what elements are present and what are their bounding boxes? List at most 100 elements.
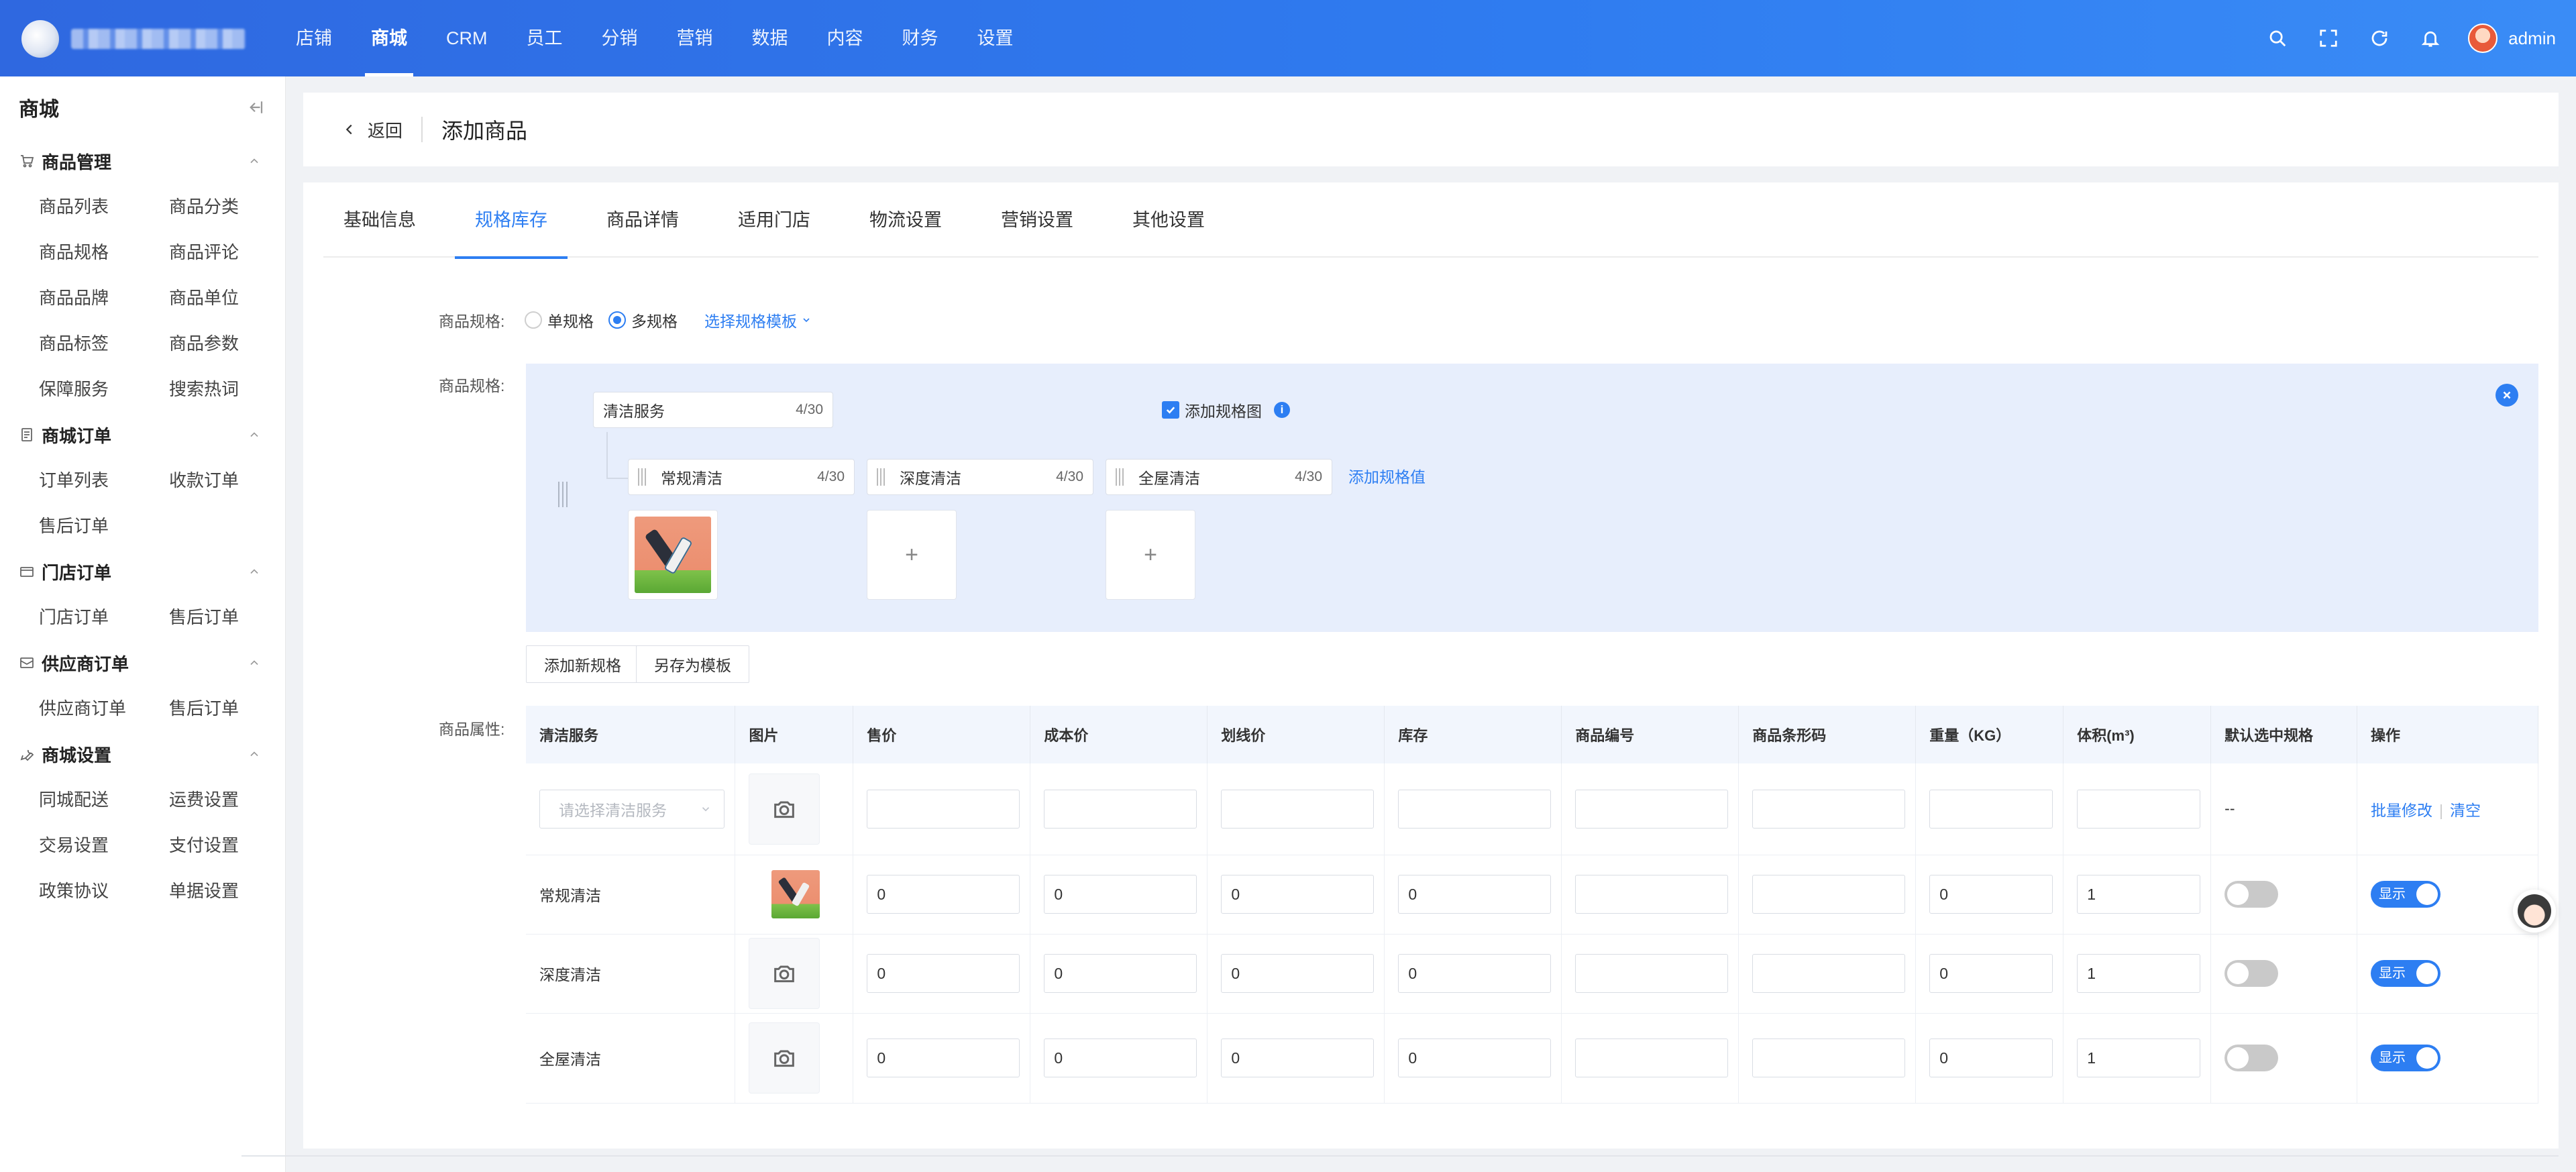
show-toggle[interactable]: 显示 [2371,881,2441,908]
stock-input[interactable]: 0 [1398,1038,1552,1077]
radio-single-spec[interactable]: 单规格 [525,309,594,331]
weight-input[interactable]: 0 [1929,1038,2053,1077]
radio-multi-spec[interactable]: 多规格 [608,309,678,331]
sidebar-group-mall-orders[interactable]: 商城订单 [0,412,285,458]
add-spec-value-link[interactable]: 添加规格值 [1348,464,1426,487]
barcode-input[interactable] [1752,875,1906,914]
brand-logo[interactable] [21,20,246,58]
sku-input[interactable] [1575,1038,1729,1077]
line-price-input[interactable]: 0 [1221,1038,1375,1077]
sidebar-item-order-list[interactable]: 订单列表 [39,458,169,503]
refresh-icon[interactable] [2354,13,2405,64]
sidebar-group-product-management[interactable]: 商品管理 [0,138,285,184]
nav-item-staff[interactable]: 员工 [507,0,582,76]
sidebar-item-after-sales[interactable]: 售后订单 [39,503,169,549]
remove-spec-group-button[interactable] [2496,384,2518,407]
info-icon[interactable]: i [1274,402,1290,418]
user-menu[interactable]: admin [2468,23,2556,53]
tab-spec-stock[interactable]: 规格库存 [455,182,568,259]
save-as-template-button[interactable]: 另存为模板 [636,645,749,683]
sidebar-item-hot-search[interactable]: 搜索热词 [169,366,299,412]
sidebar-item-policy[interactable]: 政策协议 [39,868,169,914]
bell-icon[interactable] [2405,13,2456,64]
sidebar-item-guarantee[interactable]: 保障服务 [39,366,169,412]
batch-edit-link[interactable]: 批量修改 [2371,802,2432,819]
select-spec-template-link[interactable]: 选择规格模板 [704,309,812,331]
stock-input[interactable]: 0 [1398,875,1552,914]
barcode-input[interactable] [1752,1038,1906,1077]
sidebar-item-shipping-settings[interactable]: 运费设置 [169,777,299,822]
default-spec-toggle[interactable] [2224,1045,2279,1071]
drag-handle-icon[interactable] [558,482,569,507]
cost-input[interactable]: 0 [1044,954,1197,993]
nav-item-shop[interactable]: 店铺 [276,0,352,76]
weight-input[interactable]: 0 [1929,954,2053,993]
tab-basic-info[interactable]: 基础信息 [323,182,436,258]
spec-image-upload-1[interactable] [628,510,718,600]
sku-input[interactable] [1575,875,1729,914]
tab-logistics[interactable]: 物流设置 [849,182,962,258]
sidebar-item-local-delivery[interactable]: 同城配送 [39,777,169,822]
back-button[interactable]: 返回 [303,117,402,142]
search-icon[interactable] [2252,13,2303,64]
cost-input[interactable]: 0 [1044,1038,1197,1077]
sidebar-group-supplier-orders[interactable]: 供应商订单 [0,640,285,686]
sidebar-item-store-after-sales[interactable]: 售后订单 [169,594,299,640]
fullscreen-icon[interactable] [2303,13,2354,64]
sidebar-item-supplier-after-sales[interactable]: 售后订单 [169,686,299,731]
spec-group-name-input[interactable]: 清洁服务 4/30 [593,392,833,428]
sidebar-item-product-list[interactable]: 商品列表 [39,184,169,229]
spec-value-input-3[interactable]: 全屋清洁 4/30 [1106,459,1332,495]
stock-input[interactable]: 0 [1398,954,1552,993]
image-upload[interactable] [749,1022,820,1094]
drag-handle-icon[interactable] [1116,468,1124,486]
sidebar-item-payment-orders[interactable]: 收款订单 [169,458,299,503]
sidebar-item-document-settings[interactable]: 单据设置 [169,868,299,914]
batch-barcode-input[interactable] [1752,789,1906,829]
nav-item-finance[interactable]: 财务 [883,0,958,76]
barcode-input[interactable] [1752,954,1906,993]
drag-handle-icon[interactable] [877,468,885,486]
volume-input[interactable]: 1 [2077,954,2201,993]
nav-item-distribution[interactable]: 分销 [582,0,657,76]
volume-input[interactable]: 1 [2077,875,2201,914]
show-toggle[interactable]: 显示 [2371,1045,2441,1071]
add-spec-image-checkbox[interactable]: 添加规格图 i [1162,392,1290,428]
customer-service-button[interactable] [2513,890,2556,933]
price-input[interactable]: 0 [867,875,1020,914]
image-upload[interactable] [749,773,820,845]
spec-value-input-1[interactable]: 常规清洁 4/30 [628,459,855,495]
batch-sku-input[interactable] [1575,789,1729,829]
sidebar-item-payment-settings[interactable]: 支付设置 [169,822,299,868]
sidebar-item-product-review[interactable]: 商品评论 [169,229,299,275]
tab-product-detail[interactable]: 商品详情 [586,182,699,258]
sidebar-item-product-brand[interactable]: 商品品牌 [39,275,169,321]
nav-item-data[interactable]: 数据 [733,0,808,76]
sidebar-group-mall-settings[interactable]: 商城设置 [0,731,285,777]
batch-cost-input[interactable] [1044,789,1197,829]
collapse-sidebar-icon[interactable] [245,97,265,117]
sku-input[interactable] [1575,954,1729,993]
show-toggle[interactable]: 显示 [2371,960,2441,987]
spec-select[interactable]: 请选择清洁服务 [539,789,724,829]
sidebar-item-store-orders[interactable]: 门店订单 [39,594,169,640]
spec-value-input-2[interactable]: 深度清洁 4/30 [867,459,1093,495]
nav-item-marketing[interactable]: 营销 [657,0,733,76]
nav-item-content[interactable]: 内容 [808,0,883,76]
price-input[interactable]: 0 [867,954,1020,993]
batch-line-price-input[interactable] [1221,789,1375,829]
tab-applicable-stores[interactable]: 适用门店 [718,182,830,258]
line-price-input[interactable]: 0 [1221,954,1375,993]
sidebar-item-supplier-orders[interactable]: 供应商订单 [39,686,169,731]
default-spec-toggle[interactable] [2224,881,2279,908]
clear-link[interactable]: 清空 [2450,802,2481,819]
drag-handle-icon[interactable] [638,468,646,486]
nav-item-settings[interactable]: 设置 [958,0,1033,76]
line-price-input[interactable]: 0 [1221,875,1375,914]
image-upload[interactable] [749,938,820,1009]
add-new-spec-button[interactable]: 添加新规格 [526,645,639,683]
price-input[interactable]: 0 [867,1038,1020,1077]
batch-stock-input[interactable] [1398,789,1552,829]
spec-image-upload-2[interactable]: + [867,510,957,600]
cost-input[interactable]: 0 [1044,875,1197,914]
